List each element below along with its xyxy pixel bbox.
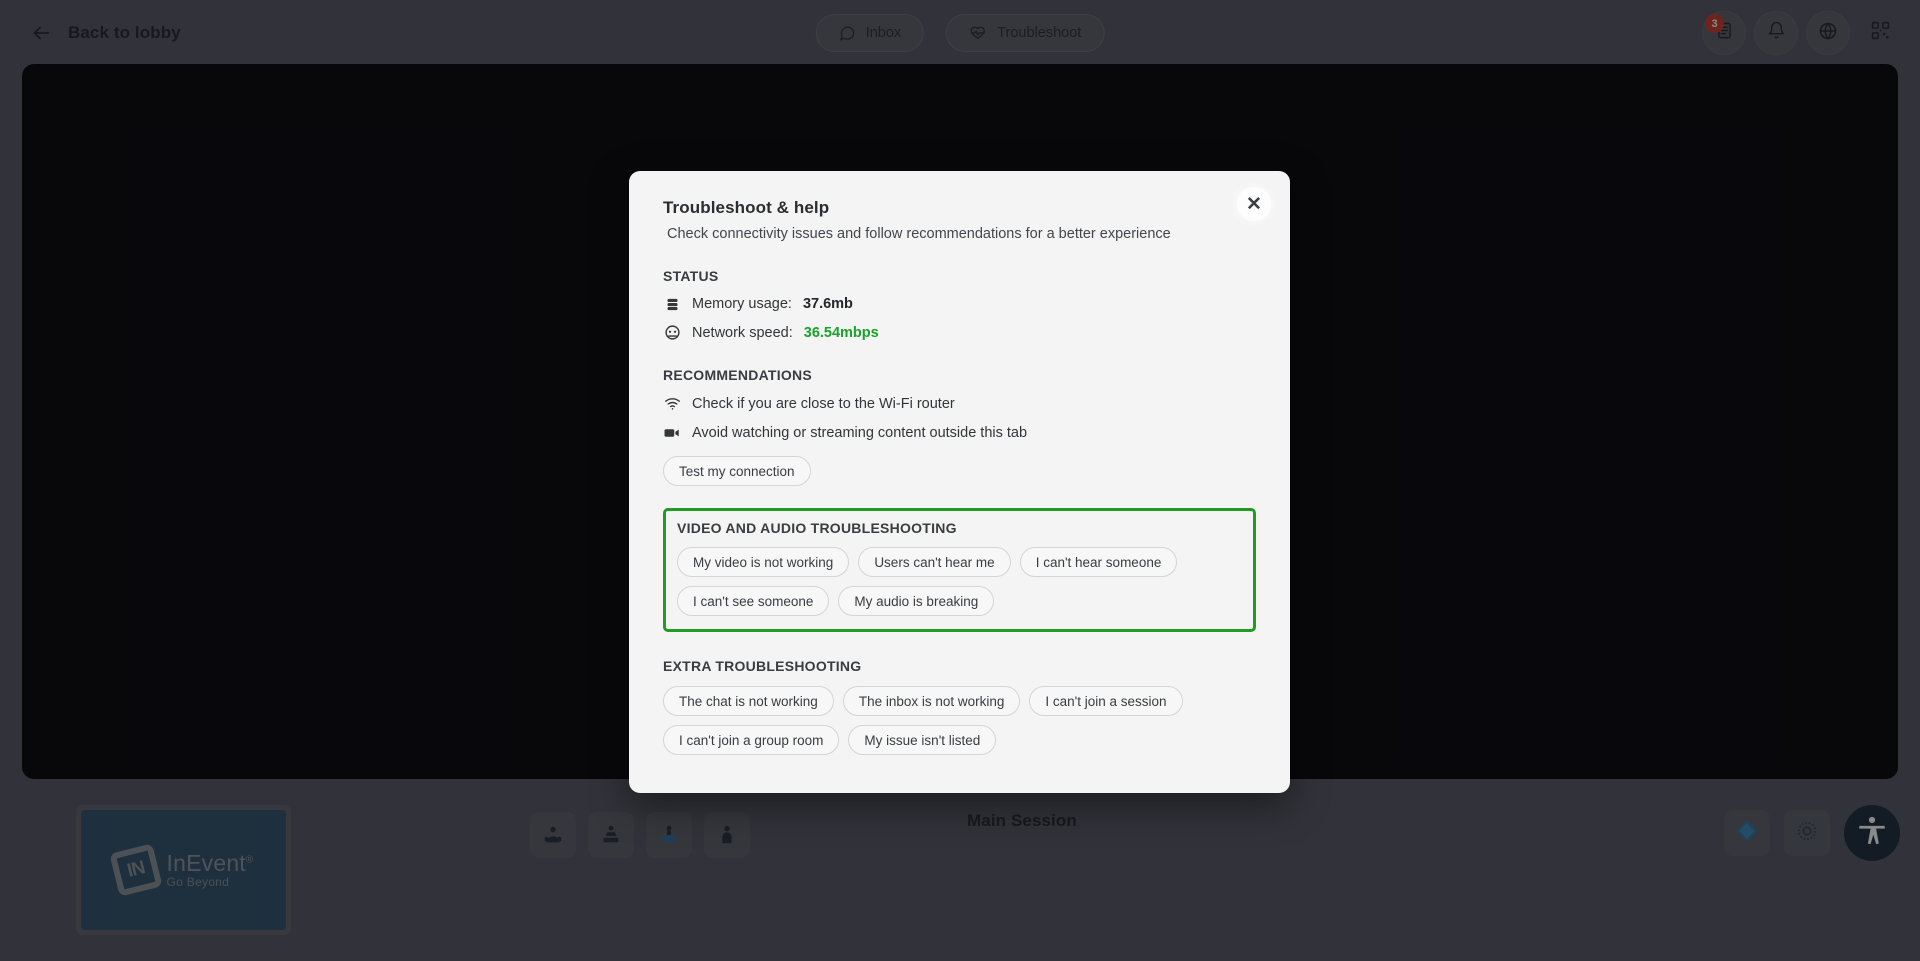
recommendations-heading: RECOMMENDATIONS bbox=[663, 367, 812, 383]
network-speed-value: 36.54mbps bbox=[803, 324, 879, 341]
chip-my-issue-isnt-listed[interactable]: My issue isn't listed bbox=[848, 725, 997, 755]
chip-my-audio-is-breaking[interactable]: My audio is breaking bbox=[838, 586, 995, 616]
chip-users-cant-hear-me[interactable]: Users can't hear me bbox=[858, 547, 1011, 577]
chip-i-cant-hear-someone[interactable]: I can't hear someone bbox=[1019, 547, 1178, 577]
video-audio-troubleshooting-section: VIDEO AND AUDIO TROUBLESHOOTING My video… bbox=[663, 508, 1256, 632]
video-audio-heading: VIDEO AND AUDIO TROUBLESHOOTING bbox=[677, 520, 957, 536]
recommendation-video-text: Avoid watching or streaming content outs… bbox=[692, 425, 1028, 441]
speedometer-icon bbox=[663, 324, 681, 341]
close-icon[interactable]: ✕ bbox=[1237, 187, 1271, 221]
modal-title: Troubleshoot & help bbox=[663, 198, 830, 217]
wifi-icon bbox=[663, 395, 681, 412]
recommendation-wifi-row: Check if you are close to the Wi-Fi rout… bbox=[663, 395, 1256, 412]
chip-i-cant-join-a-session[interactable]: I can't join a session bbox=[1029, 686, 1183, 716]
extra-troubleshooting-heading: EXTRA TROUBLESHOOTING bbox=[663, 658, 862, 674]
status-heading: STATUS bbox=[663, 268, 719, 284]
network-speed-row: Network speed: 36.54mbps bbox=[663, 324, 1256, 341]
chip-the-chat-is-not-working[interactable]: The chat is not working bbox=[663, 686, 834, 716]
database-icon bbox=[663, 297, 681, 312]
test-connection-button[interactable]: Test my connection bbox=[663, 456, 811, 486]
chip-my-video-is-not-working[interactable]: My video is not working bbox=[677, 547, 850, 577]
test-connection-wrap: Test my connection bbox=[663, 456, 1256, 486]
memory-usage-value: 37.6mb bbox=[802, 296, 853, 312]
memory-usage-label: Memory usage: bbox=[692, 296, 792, 312]
video-camera-icon bbox=[663, 424, 681, 442]
modal-subtitle: Check connectivity issues and follow rec… bbox=[667, 226, 1171, 242]
video-audio-chip-row: My video is not working Users can't hear… bbox=[677, 547, 1242, 616]
chip-the-inbox-is-not-working[interactable]: The inbox is not working bbox=[842, 686, 1021, 716]
troubleshoot-modal: ✕ Troubleshoot & help Check connectivity… bbox=[629, 171, 1290, 793]
memory-usage-row: Memory usage: 37.6mb bbox=[663, 296, 1256, 312]
chip-i-cant-see-someone[interactable]: I can't see someone bbox=[677, 586, 830, 616]
recommendation-wifi-text: Check if you are close to the Wi-Fi rout… bbox=[692, 395, 955, 412]
network-speed-label: Network speed: bbox=[692, 324, 793, 341]
chip-i-cant-join-a-group-room[interactable]: I can't join a group room bbox=[663, 725, 840, 755]
extra-chip-row: The chat is not working The inbox is not… bbox=[663, 686, 1256, 755]
recommendation-video-row: Avoid watching or streaming content outs… bbox=[663, 424, 1256, 442]
